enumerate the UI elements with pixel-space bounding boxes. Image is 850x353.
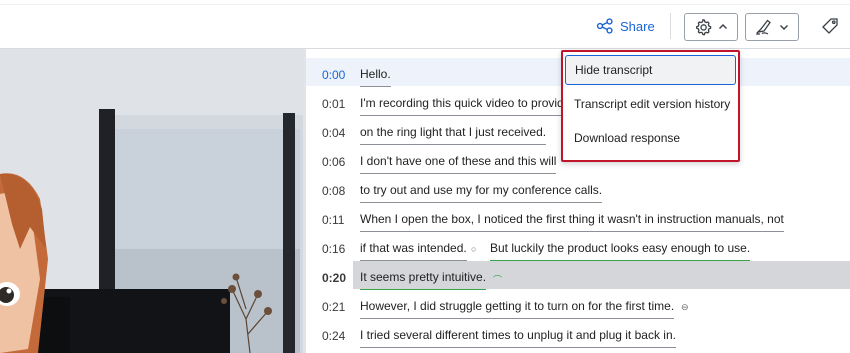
timestamp[interactable]: 0:04 [322,126,345,140]
share-label: Share [620,18,655,34]
highlight-marker-icon[interactable]: ○ [471,244,476,254]
toolbar-separator [670,13,671,39]
tag-icon[interactable] [820,16,840,36]
highlighted-segment[interactable]: It seems pretty intuitive. [360,270,487,290]
chevron-up-icon [719,24,727,29]
highlight-marker-icon[interactable]: ⌒ [493,273,502,286]
timestamp[interactable]: 0:24 [322,329,345,343]
transcript-line: 0:08 to try out and use my for my confer… [306,174,850,203]
transcript-line: 0:21 However, I did struggle getting it … [306,290,850,319]
share-button[interactable]: Share [596,14,655,38]
gear-icon [696,18,712,36]
transcript-segment[interactable]: I tried several different times to unplu… [360,328,676,348]
transcript-line-selected: 0:20 It seems pretty intuitive. ⌒ [306,261,850,290]
timestamp[interactable]: 0:08 [322,184,345,198]
transcript-segment[interactable]: if that was intended. [360,241,467,261]
menu-item-edit-version-history[interactable]: Transcript edit version history [565,89,736,119]
highlighter-icon [755,19,771,35]
video-player[interactable] [0,49,303,353]
menu-item-label: Transcript edit version history [574,97,731,111]
chevron-down-icon [780,25,788,30]
timestamp[interactable]: 0:00 [322,68,345,82]
toolbar: Share [0,0,850,49]
settings-dropdown-button[interactable] [684,13,738,41]
timestamp[interactable]: 0:16 [322,242,345,256]
transcript-segment[interactable]: I'm recording this quick video to provid [360,96,564,116]
transcript-segment[interactable]: However, I did struggle getting it to tu… [360,299,675,319]
timestamp[interactable]: 0:20 [322,271,346,285]
transcript-segment[interactable]: to try out and use my for my conference … [360,183,603,203]
highlighted-segment[interactable]: But luckily the product looks easy enoug… [490,241,751,261]
menu-item-download-response[interactable]: Download response [565,123,736,153]
transcript-segment[interactable]: When I open the box, I noticed the first… [360,212,784,232]
highlight-dropdown-button[interactable] [745,13,799,41]
menu-item-label: Hide transcript [575,63,653,77]
menu-item-hide-transcript[interactable]: Hide transcript [565,55,736,85]
transcript-segment[interactable]: I don't have one of these and this will [360,154,557,174]
transcript-segment[interactable]: on the ring light that I just received. [360,125,547,145]
timestamp[interactable]: 0:21 [322,300,345,314]
toolbar-divider-line [0,4,850,5]
timestamp[interactable]: 0:11 [322,213,344,227]
timestamp[interactable]: 0:01 [322,97,345,111]
transcript-line: 0:16 if that was intended. ○ But luckily… [306,232,850,261]
transcript-line: 0:11 When I open the box, I noticed the … [306,203,850,232]
timestamp[interactable]: 0:06 [322,155,345,169]
transcript-line: 0:24 I tried several different times to … [306,319,850,348]
settings-menu: Hide transcript Transcript edit version … [561,50,740,162]
transcript-segment[interactable]: Hello. [360,67,391,87]
highlight-marker-icon[interactable]: ⊖ [681,302,689,313]
menu-item-label: Download response [574,131,681,145]
share-nodes-icon [596,18,613,34]
video-frame [0,49,303,353]
